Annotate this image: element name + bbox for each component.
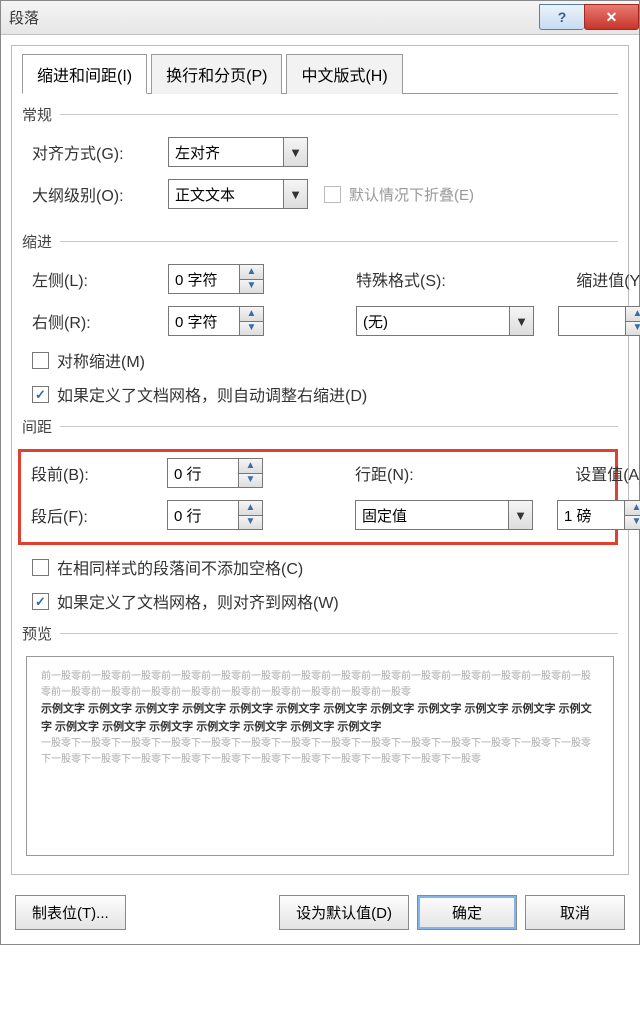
preview-gray-after: 一股零下一股零下一股零下一股零下一股零下一股零下一股零下一股零下一股零下一股零下… xyxy=(41,736,599,768)
cancel-button[interactable]: 取消 xyxy=(525,895,625,930)
indent-by-label: 缩进值(Y): xyxy=(520,267,640,291)
spin-up-icon[interactable]: ▲ xyxy=(239,459,262,474)
indent-right-label: 右侧(R): xyxy=(32,309,162,333)
indent-left-spinner[interactable]: ▲▼ xyxy=(168,264,264,294)
special-combo[interactable]: ▼ xyxy=(356,306,534,336)
section-indent: 缩进 左侧(L): ▲▼ 特殊格式(S): 缩进值(Y): 右侧(R): ▲▼ xyxy=(22,231,618,406)
auto-adjust-checkbox[interactable]: ✓ xyxy=(32,386,49,403)
at-value[interactable] xyxy=(558,501,624,529)
window-buttons: ? ✕ xyxy=(539,5,639,30)
spin-up-icon[interactable]: ▲ xyxy=(626,307,640,322)
snap-to-grid-label: 如果定义了文档网格，则对齐到网格(W) xyxy=(57,589,339,613)
spin-down-icon[interactable]: ▼ xyxy=(240,322,263,336)
section-spacing: 间距 段前(B): ▲▼ 行距(N): 设置值(A): 段后(F): ▲▼ xyxy=(22,416,618,613)
at-label: 设置值(A): xyxy=(519,461,640,485)
spin-down-icon[interactable]: ▼ xyxy=(626,322,640,336)
tab-asian-typography[interactable]: 中文版式(H) xyxy=(286,54,402,94)
special-value[interactable] xyxy=(357,307,509,335)
spin-down-icon[interactable]: ▼ xyxy=(240,280,263,294)
indent-right-spinner[interactable]: ▲▼ xyxy=(168,306,264,336)
snap-to-grid-checkbox[interactable]: ✓ xyxy=(32,593,49,610)
titlebar[interactable]: 段落 ? ✕ xyxy=(1,1,639,35)
highlight-box: 段前(B): ▲▼ 行距(N): 设置值(A): 段后(F): ▲▼ xyxy=(18,449,618,545)
space-after-label: 段后(F): xyxy=(31,503,161,527)
alignment-label: 对齐方式(G): xyxy=(32,140,162,164)
spin-down-icon[interactable]: ▼ xyxy=(625,516,640,530)
spin-up-icon[interactable]: ▲ xyxy=(239,501,262,516)
space-before-label: 段前(B): xyxy=(31,461,161,485)
special-label: 特殊格式(S): xyxy=(324,267,514,291)
alignment-combo[interactable]: ▼ xyxy=(168,137,308,167)
tabs-button[interactable]: 制表位(T)... xyxy=(15,895,126,930)
collapse-label: 默认情况下折叠(E) xyxy=(349,184,474,205)
preview-gray-before: 前一股零前一股零前一股零前一股零前一股零前一股零前一股零前一股零前一股零前一股零… xyxy=(41,669,599,701)
space-after-spinner[interactable]: ▲▼ xyxy=(167,500,263,530)
help-button[interactable]: ? xyxy=(539,4,584,30)
tab-indents-spacing[interactable]: 缩进和间距(I) xyxy=(22,54,147,94)
no-space-same-style-checkbox[interactable] xyxy=(32,559,49,576)
window-title: 段落 xyxy=(9,7,39,28)
outline-value[interactable] xyxy=(169,180,283,208)
close-button[interactable]: ✕ xyxy=(584,4,639,30)
spin-up-icon[interactable]: ▲ xyxy=(240,307,263,322)
indent-by-spinner[interactable]: ▲▼ xyxy=(558,306,640,336)
mirror-indent-checkbox[interactable] xyxy=(32,352,49,369)
auto-adjust-label: 如果定义了文档网格，则自动调整右缩进(D) xyxy=(57,382,367,406)
section-preview-header: 预览 xyxy=(22,623,52,644)
space-before-value[interactable] xyxy=(168,459,238,487)
indent-right-value[interactable] xyxy=(169,307,239,335)
indent-by-value[interactable] xyxy=(559,307,625,335)
preview-box: 前一股零前一股零前一股零前一股零前一股零前一股零前一股零前一股零前一股零前一股零… xyxy=(26,656,614,856)
line-spacing-value[interactable] xyxy=(356,501,508,529)
outline-combo[interactable]: ▼ xyxy=(168,179,308,209)
spin-down-icon[interactable]: ▼ xyxy=(239,474,262,488)
no-space-same-style-label: 在相同样式的段落间不添加空格(C) xyxy=(57,555,303,579)
chevron-down-icon[interactable]: ▼ xyxy=(508,501,532,529)
line-spacing-combo[interactable]: ▼ xyxy=(355,500,533,530)
preview-sample: 示例文字 示例文字 示例文字 示例文字 示例文字 示例文字 示例文字 示例文字 … xyxy=(41,701,599,736)
indent-left-value[interactable] xyxy=(169,265,239,293)
set-default-button[interactable]: 设为默认值(D) xyxy=(279,895,409,930)
tab-line-page-breaks[interactable]: 换行和分页(P) xyxy=(151,54,282,94)
line-spacing-label: 行距(N): xyxy=(323,461,513,485)
outline-label: 大纲级别(O): xyxy=(32,182,162,206)
ok-button[interactable]: 确定 xyxy=(417,895,517,930)
dialog-body: 缩进和间距(I) 换行和分页(P) 中文版式(H) 常规 对齐方式(G): ▼ … xyxy=(11,45,629,875)
chevron-down-icon[interactable]: ▼ xyxy=(509,307,533,335)
spin-up-icon[interactable]: ▲ xyxy=(625,501,640,516)
section-preview: 预览 前一股零前一股零前一股零前一股零前一股零前一股零前一股零前一股零前一股零前… xyxy=(22,623,618,856)
at-spinner[interactable]: ▲▼ xyxy=(557,500,640,530)
collapse-checkbox xyxy=(324,186,341,203)
spin-up-icon[interactable]: ▲ xyxy=(240,265,263,280)
tab-strip: 缩进和间距(I) 换行和分页(P) 中文版式(H) xyxy=(22,54,618,94)
section-general: 常规 对齐方式(G): ▼ 大纲级别(O): ▼ 默认情况下折叠(E) xyxy=(22,104,618,209)
indent-left-label: 左侧(L): xyxy=(32,267,162,291)
spin-down-icon[interactable]: ▼ xyxy=(239,516,262,530)
button-bar: 制表位(T)... 设为默认值(D) 确定 取消 xyxy=(1,885,639,944)
section-indent-header: 缩进 xyxy=(22,231,52,252)
section-general-header: 常规 xyxy=(22,104,52,125)
alignment-value[interactable] xyxy=(169,138,283,166)
paragraph-dialog: 段落 ? ✕ 缩进和间距(I) 换行和分页(P) 中文版式(H) 常规 对齐方式… xyxy=(0,0,640,945)
chevron-down-icon[interactable]: ▼ xyxy=(283,180,307,208)
space-after-value[interactable] xyxy=(168,501,238,529)
chevron-down-icon[interactable]: ▼ xyxy=(283,138,307,166)
mirror-indent-label: 对称缩进(M) xyxy=(57,348,145,372)
space-before-spinner[interactable]: ▲▼ xyxy=(167,458,263,488)
section-spacing-header: 间距 xyxy=(22,416,52,437)
